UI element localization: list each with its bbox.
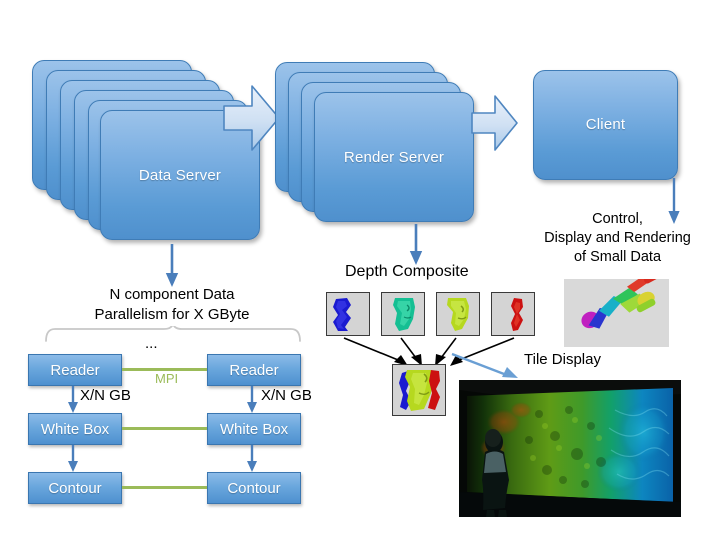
pipeline-right-white-box-label: White Box bbox=[219, 420, 289, 438]
tile-display-photo bbox=[459, 380, 681, 517]
data-server-down-arrow-icon bbox=[163, 244, 181, 288]
pipeline-left-contour-label: Contour bbox=[48, 479, 102, 497]
pipeline-right-white-box[interactable]: White Box bbox=[207, 413, 301, 445]
mpi-connector-white-box bbox=[122, 427, 207, 430]
pipeline-right-reader[interactable]: Reader bbox=[207, 354, 301, 386]
composite-tile-blue bbox=[326, 292, 370, 336]
client-caption-line-2: Display and Rendering bbox=[544, 230, 691, 246]
parallelism-caption-line-2: Parallelism for X GByte bbox=[94, 306, 250, 323]
mpi-connector-contour bbox=[122, 486, 207, 489]
composite-tile-chartreuse bbox=[436, 292, 480, 336]
composite-result-image bbox=[392, 364, 446, 416]
client-caption-line-3: of Small Data bbox=[573, 249, 662, 265]
client-label: Client bbox=[585, 116, 626, 133]
pipeline-left-white-box[interactable]: White Box bbox=[28, 413, 122, 445]
pipeline-left-arrow-whitebox-to-contour-icon bbox=[65, 445, 81, 473]
render-to-client-block-arrow-icon bbox=[470, 93, 520, 153]
parallelism-caption-line-1: N component Data bbox=[109, 286, 235, 303]
pipeline-left-contour[interactable]: Contour bbox=[28, 472, 122, 504]
pipeline-right-arrow-reader-to-whitebox-icon bbox=[244, 386, 260, 414]
pipeline-right-edge-label: X/N GB bbox=[261, 387, 312, 404]
client-caption-line-1: Control, bbox=[592, 211, 643, 227]
parallelism-brace-icon bbox=[44, 321, 302, 347]
parallelism-caption: N component Data Parallelism for X GByte bbox=[22, 285, 322, 325]
pipeline-right-contour-label: Contour bbox=[227, 479, 281, 497]
parallelism-ellipsis: ... bbox=[145, 335, 158, 352]
data-server-label: Data Server bbox=[138, 167, 222, 184]
composite-tile-red bbox=[491, 292, 535, 336]
render-server-down-arrow-icon bbox=[407, 224, 425, 266]
client-node[interactable]: Client bbox=[520, 0, 720, 200]
pipeline-left-reader-label: Reader bbox=[50, 361, 100, 379]
small-data-rendering-image bbox=[564, 279, 669, 347]
render-server-card-1[interactable]: Render Server bbox=[314, 92, 474, 222]
data-server-node[interactable]: Data Server bbox=[0, 0, 260, 240]
client-card[interactable]: Client bbox=[533, 70, 678, 180]
pipeline-left-edge-label: X/N GB bbox=[80, 387, 131, 404]
render-server-label: Render Server bbox=[343, 149, 445, 166]
composite-tile-teal bbox=[381, 292, 425, 336]
pipeline-right-reader-label: Reader bbox=[229, 361, 279, 379]
pipeline-left-arrow-reader-to-whitebox-icon bbox=[65, 386, 81, 414]
tile-display-label: Tile Display bbox=[524, 351, 601, 368]
pipeline-left-reader[interactable]: Reader bbox=[28, 354, 122, 386]
render-server-node[interactable]: Render Server bbox=[270, 0, 500, 230]
client-caption: Control, Display and Rendering of Small … bbox=[520, 210, 715, 267]
pipeline-right-arrow-whitebox-to-contour-icon bbox=[244, 445, 260, 473]
depth-composite-label: Depth Composite bbox=[345, 263, 469, 280]
pipeline-left-white-box-label: White Box bbox=[40, 420, 110, 438]
pipeline-right-contour[interactable]: Contour bbox=[207, 472, 301, 504]
diagram-canvas: Data Server Render Server Client Control… bbox=[0, 0, 720, 540]
mpi-label: MPI bbox=[155, 371, 179, 386]
